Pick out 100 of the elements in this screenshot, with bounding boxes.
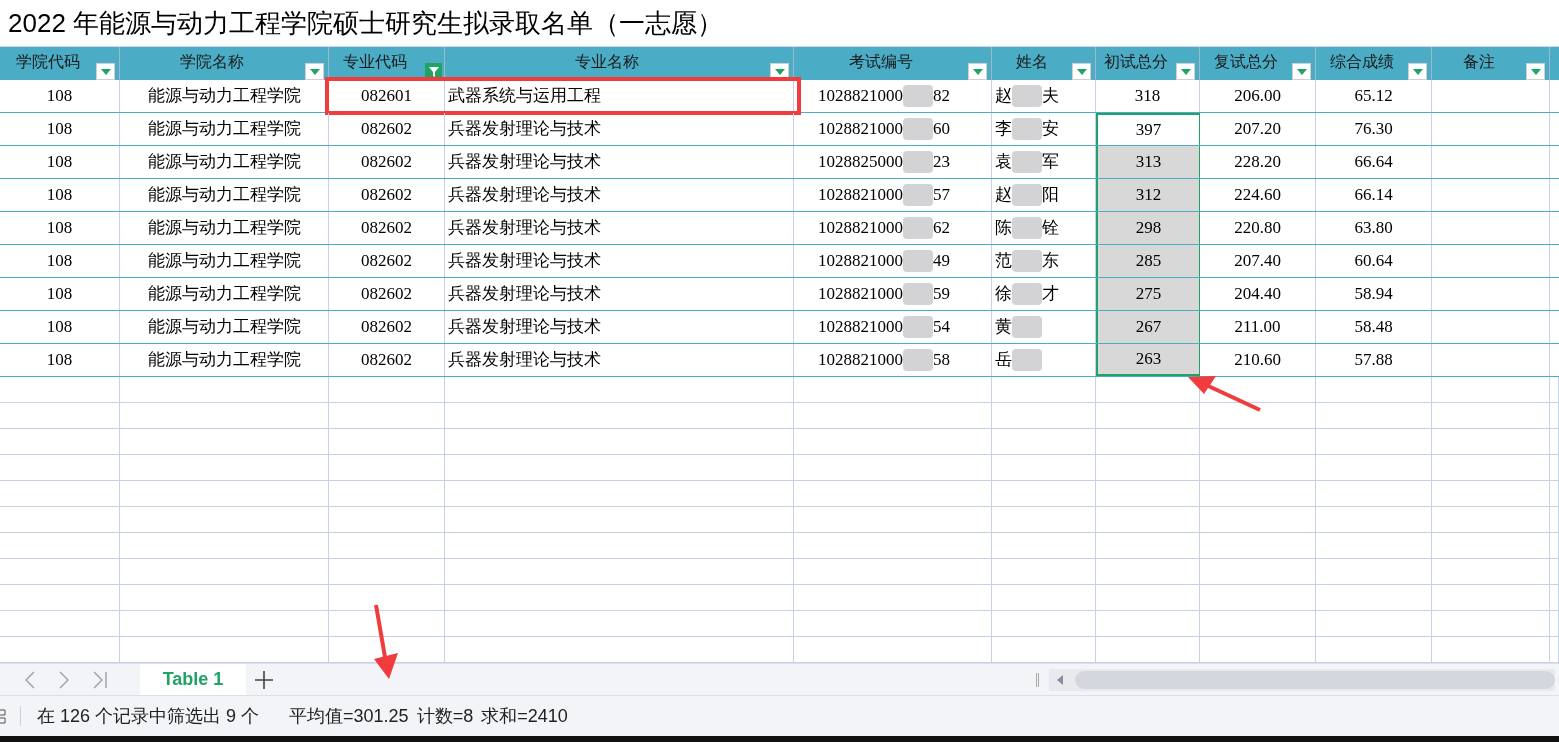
blur-mask [1012, 316, 1042, 338]
table-cell-text: 207.40 [1234, 250, 1281, 273]
column-header: 学院名称 [180, 52, 244, 72]
scroll-left-icon[interactable] [1057, 674, 1063, 685]
filter-dropdown-button[interactable] [968, 63, 987, 80]
table-cell-text: 62 [933, 217, 950, 240]
filter-dropdown-button[interactable] [96, 63, 115, 80]
table-cell-text: 能源与动力工程学院 [147, 217, 301, 240]
table-cell-text: 211.00 [1234, 316, 1281, 339]
table-cell-text: 能源与动力工程学院 [147, 85, 301, 108]
table-cell-text: 军 [1042, 151, 1059, 174]
selected-cell[interactable]: 312 [1096, 179, 1200, 211]
selected-cell[interactable]: 285 [1096, 245, 1200, 277]
table-cell-text: 58.48 [1354, 316, 1393, 339]
table-cell-text: 108 [46, 283, 73, 306]
column-header: 考试编号 [848, 52, 913, 72]
table-cell-text: 1028821000 [818, 316, 903, 339]
table-cell-text: 1028821000 [818, 250, 903, 273]
table-cell-text: 108 [46, 118, 73, 141]
selected-cell[interactable]: 397 [1096, 113, 1200, 145]
blur-mask [903, 316, 933, 338]
table-cell-text: 袁 [995, 151, 1012, 174]
dropdown-arrow-icon [1530, 68, 1541, 75]
table-cell-text: 能源与动力工程学院 [147, 283, 301, 306]
selected-cell[interactable]: 267 [1096, 311, 1200, 343]
table-cell-text: 1028821000 [818, 283, 903, 306]
table-cell-text: 1028825000 [818, 151, 903, 174]
status-icon [0, 707, 6, 725]
previous-sheet-icon[interactable] [24, 670, 36, 689]
column-header: 初试总分 [1103, 52, 1168, 72]
table-cell-text: 108 [46, 85, 73, 108]
dropdown-arrow-icon [1076, 68, 1087, 75]
table-cell-text: 082601 [361, 85, 412, 108]
table-cell-text: 210.60 [1234, 349, 1281, 372]
blur-mask [1012, 151, 1042, 173]
table-cell-text: 108 [46, 349, 73, 372]
table-cell-text: 兵器发射理论与技术 [448, 118, 601, 141]
table-cell-text: 228.20 [1234, 151, 1281, 174]
filter-dropdown-button[interactable] [1292, 63, 1311, 80]
filter-dropdown-button[interactable] [1408, 63, 1427, 80]
splitter-handle[interactable] [1036, 672, 1039, 687]
table-cell-text: 224.60 [1234, 184, 1281, 207]
column-header: 备注 [1462, 52, 1495, 72]
next-sheet-icon[interactable] [58, 670, 70, 689]
table-cell-text: 阳 [1042, 184, 1059, 207]
filter-dropdown-button[interactable] [1176, 63, 1195, 80]
table-cell-text: 082602 [361, 250, 412, 273]
selected-cell[interactable]: 263 [1096, 344, 1200, 376]
table-cell-text: 能源与动力工程学院 [147, 151, 301, 174]
add-sheet-icon[interactable] [254, 669, 274, 690]
table-cell-text: 58.94 [1354, 283, 1393, 306]
dropdown-arrow-icon [1180, 68, 1191, 75]
table-cell-text: 108 [46, 250, 73, 273]
selected-cell[interactable]: 275 [1096, 278, 1200, 310]
table-cell-text: 23 [933, 151, 950, 174]
table-cell-text: 兵器发射理论与技术 [448, 316, 601, 339]
table-cell-text: 才 [1042, 283, 1059, 306]
dropdown-arrow-icon [1296, 68, 1307, 75]
table-cell-text: 63.80 [1354, 217, 1393, 240]
table-cell-text: 1028821000 [818, 118, 903, 141]
last-sheet-icon[interactable] [92, 670, 108, 689]
table-cell-text: 兵器发射理论与技术 [448, 184, 601, 207]
blur-mask [1012, 184, 1042, 206]
blur-mask [1012, 349, 1042, 371]
blur-mask [903, 151, 933, 173]
table-cell-text: 60 [933, 118, 950, 141]
filter-dropdown-button[interactable] [1072, 63, 1091, 80]
table-cell-text: 57.88 [1354, 349, 1393, 372]
blur-mask [903, 184, 933, 206]
selected-cell[interactable]: 298 [1096, 212, 1200, 244]
table-cell-text: 1028821000 [818, 217, 903, 240]
table-cell-text: 082602 [361, 349, 412, 372]
table-cell-text: 49 [933, 250, 950, 273]
average-text: 平均值=301.25 [289, 704, 409, 728]
table-cell-text: 兵器发射理论与技术 [448, 283, 601, 306]
sheet-title: 2022 年能源与动力工程学院硕士研究生拟录取名单（一志愿） [8, 6, 724, 40]
table-cell-text: 220.80 [1234, 217, 1281, 240]
table-cell-text: 赵 [995, 184, 1012, 207]
table-cell-text: 黄 [995, 316, 1012, 339]
selected-cell[interactable]: 313 [1096, 146, 1200, 178]
table-cell-text: 204.40 [1234, 283, 1281, 306]
dropdown-arrow-icon [1412, 68, 1423, 75]
table-cell-text: 铨 [1042, 217, 1059, 240]
table-cell-text: 76.30 [1354, 118, 1393, 141]
filter-dropdown-button[interactable] [1526, 63, 1545, 80]
column-header: 姓名 [1015, 52, 1048, 72]
dropdown-arrow-icon [309, 68, 320, 75]
table-cell-text: 54 [933, 316, 950, 339]
table-cell-text: 兵器发射理论与技术 [448, 151, 601, 174]
table-cell-text: 108 [46, 184, 73, 207]
blur-mask [903, 349, 933, 371]
blur-mask [903, 85, 933, 107]
table-cell-text: 1028821000 [818, 349, 903, 372]
horizontal-scrollbar[interactable] [1049, 668, 1555, 691]
table-cell-text: 徐 [995, 283, 1012, 306]
count-text: 计数=8 [416, 704, 474, 728]
filter-dropdown-button[interactable] [305, 63, 324, 80]
sum-text: 求和=2410 [481, 704, 568, 728]
table-cell-text: 能源与动力工程学院 [147, 349, 301, 372]
table-cell-text: 082602 [361, 217, 412, 240]
